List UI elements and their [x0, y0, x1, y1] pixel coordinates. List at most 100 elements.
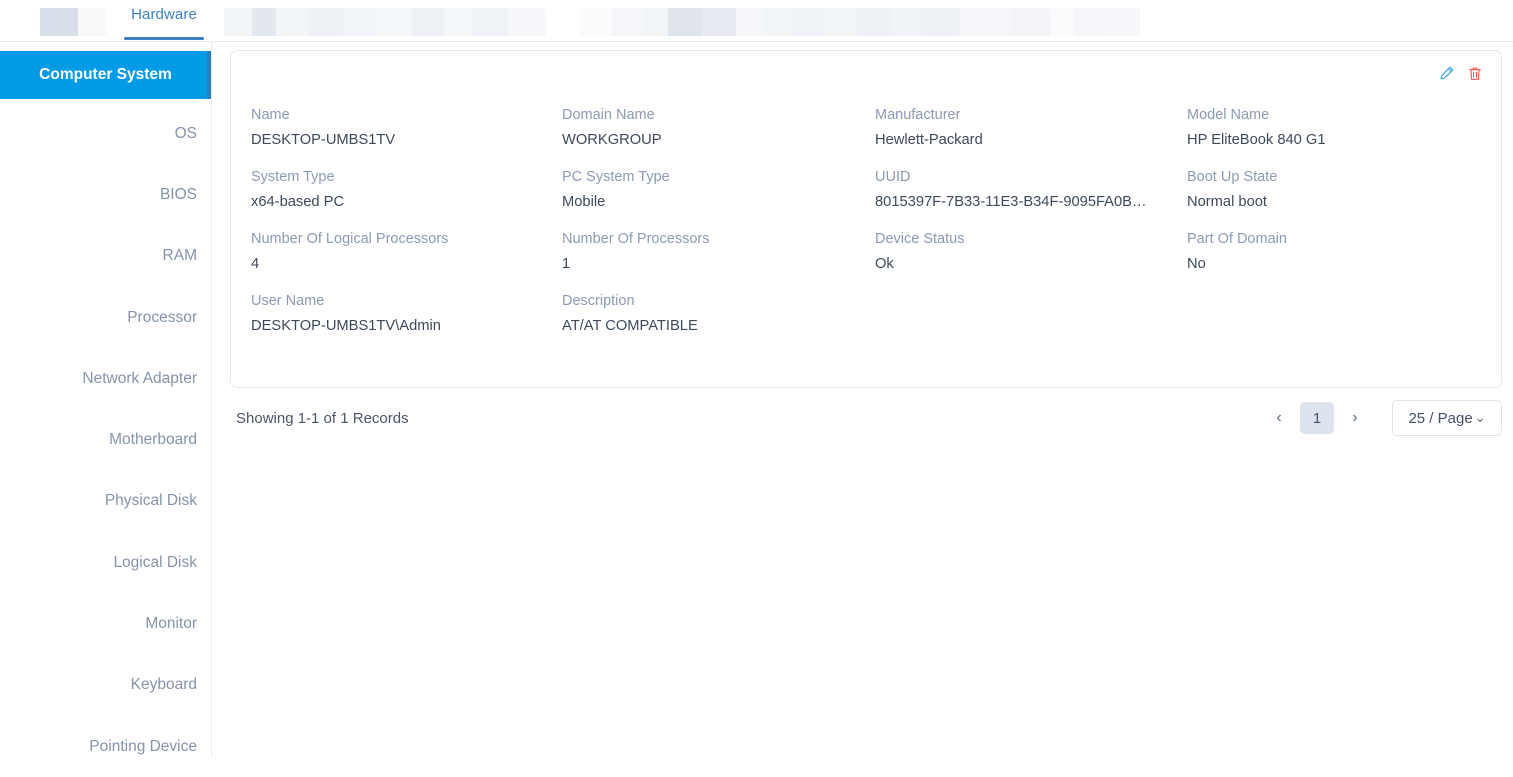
field-label: Domain Name [562, 107, 655, 123]
sidebar-item-processor[interactable]: Processor [0, 287, 211, 348]
record-count-label: Showing 1-1 of 1 Records [236, 409, 409, 427]
detail-field-user-name: User Name DESKTOP-UMBS1TV\Admin [251, 293, 562, 334]
placeholder-block [892, 8, 920, 36]
placeholder-block [412, 8, 444, 36]
sidebar-item-label: RAM [162, 247, 197, 265]
field-value: x64-based PC [251, 194, 345, 210]
sidebar-item-label: Physical Disk [104, 492, 197, 510]
detail-field-grid: Name DESKTOP-UMBS1TV Domain Name WORKGROUP M… [251, 107, 1483, 334]
table-footer: Showing 1-1 of 1 Records ‹ 1 › 25 / Page… [230, 400, 1502, 436]
field-value: Normal boot [1187, 194, 1267, 210]
placeholder-block [78, 8, 106, 36]
card-actions [1438, 65, 1483, 82]
sidebar-item-logical-disk[interactable]: Logical Disk [0, 532, 211, 593]
tab-active-indicator [124, 37, 204, 40]
page-size-select[interactable]: 25 / Page ⌄ [1392, 400, 1502, 436]
placeholder-block [1012, 8, 1050, 36]
sidebar-item-keyboard[interactable]: Keyboard [0, 655, 211, 716]
sidebar-item-label: Processor [127, 308, 197, 326]
detail-field-boot-up-state: Boot Up State Normal boot [1187, 169, 1483, 210]
placeholder-block [644, 8, 668, 36]
tab-hardware[interactable]: Hardware [124, 6, 204, 23]
placeholder-block [764, 8, 792, 36]
sidebar: Computer System OS BIOS RAM Processor Network… [0, 42, 212, 757]
placeholder-block [308, 8, 344, 36]
placeholder-block [444, 8, 472, 36]
placeholder-block [920, 8, 960, 36]
field-label: Name [251, 107, 290, 123]
placeholder-block [1050, 8, 1074, 36]
field-value: Ok [875, 256, 894, 272]
delete-icon[interactable] [1467, 65, 1483, 82]
detail-field-part-of-domain: Part Of Domain No [1187, 231, 1483, 272]
field-value: Hewlett-Packard [875, 132, 983, 148]
detail-field-uuid: UUID 8015397F-7B33-11E3-B34F-9095FA0B… [875, 169, 1187, 210]
detail-field-manufacturer: Manufacturer Hewlett-Packard [875, 107, 1187, 148]
sidebar-item-label: Monitor [145, 615, 197, 633]
computer-system-detail-card: Name DESKTOP-UMBS1TV Domain Name WORKGROUP M… [230, 50, 1502, 388]
detail-field-description: Description AT/AT COMPATIBLE [562, 293, 875, 334]
placeholder-block [252, 8, 276, 36]
placeholder-block [376, 8, 412, 36]
detail-field-device-status: Device Status Ok [875, 231, 1187, 272]
detail-field-name: Name DESKTOP-UMBS1TV [251, 107, 562, 148]
field-value: 4 [251, 256, 260, 272]
field-value: WORKGROUP [562, 132, 662, 148]
edit-icon[interactable] [1438, 65, 1455, 82]
pagination-page-1[interactable]: 1 [1300, 402, 1334, 434]
field-value: AT/AT COMPATIBLE [562, 318, 698, 334]
sidebar-item-label: Pointing Device [89, 737, 197, 755]
sidebar-item-network-adapter[interactable]: Network Adapter [0, 348, 211, 409]
field-label: Manufacturer [875, 107, 961, 123]
detail-field-system-type: System Type x64-based PC [251, 169, 562, 210]
sidebar-item-label: Keyboard [130, 676, 197, 694]
placeholder-block [580, 8, 612, 36]
top-tab-bar: Hardware [0, 0, 1513, 42]
field-label: Number Of Logical Processors [251, 231, 449, 247]
placeholder-block [856, 8, 892, 36]
placeholder-block [344, 8, 376, 36]
placeholder-block [40, 8, 78, 36]
sidebar-item-os[interactable]: OS [0, 103, 211, 164]
sidebar-item-label: BIOS [159, 185, 197, 203]
placeholder-block [824, 8, 856, 36]
field-label: Description [562, 293, 635, 309]
placeholder-block [702, 8, 736, 36]
sidebar-item-bios[interactable]: BIOS [0, 164, 211, 225]
sidebar-item-label: Logical Disk [113, 553, 197, 571]
field-label: System Type [251, 169, 335, 185]
placeholder-block [508, 8, 546, 36]
field-value: HP EliteBook 840 G1 [1187, 132, 1326, 148]
placeholder-block [224, 8, 252, 36]
detail-field-number-of-processors: Number Of Processors 1 [562, 231, 875, 272]
sidebar-item-label: Motherboard [109, 431, 197, 449]
sidebar-item-label: OS [174, 124, 197, 142]
field-label: Part Of Domain [1187, 231, 1287, 247]
sidebar-item-label: Network Adapter [82, 369, 197, 387]
placeholder-block [276, 8, 308, 36]
chevron-down-icon: ⌄ [1474, 410, 1486, 425]
field-value: DESKTOP-UMBS1TV\Admin [251, 318, 441, 334]
sidebar-item-monitor[interactable]: Monitor [0, 593, 211, 654]
pagination-next-button[interactable]: › [1340, 403, 1370, 433]
detail-field-pc-system-type: PC System Type Mobile [562, 169, 875, 210]
pagination: ‹ 1 › 25 / Page ⌄ [1264, 400, 1502, 436]
pagination-prev-button[interactable]: ‹ [1264, 403, 1294, 433]
page-size-label: 25 / Page [1408, 409, 1473, 427]
sidebar-item-motherboard[interactable]: Motherboard [0, 409, 211, 470]
detail-field-domain-name: Domain Name WORKGROUP [562, 107, 875, 148]
field-value: Mobile [562, 194, 606, 210]
sidebar-item-computer-system[interactable]: Computer System [0, 51, 211, 99]
placeholder-block [612, 8, 644, 36]
field-label: Number Of Processors [562, 231, 710, 247]
sidebar-item-pointing-device[interactable]: Pointing Device [0, 716, 211, 777]
field-label: Boot Up State [1187, 169, 1278, 185]
field-value: DESKTOP-UMBS1TV [251, 132, 396, 148]
placeholder-block [1104, 8, 1140, 36]
detail-field-model-name: Model Name HP EliteBook 840 G1 [1187, 107, 1483, 148]
detail-field-number-of-logical-processors: Number Of Logical Processors 4 [251, 231, 562, 272]
placeholder-block [472, 8, 508, 36]
sidebar-item-physical-disk[interactable]: Physical Disk [0, 471, 211, 532]
sidebar-item-ram[interactable]: RAM [0, 226, 211, 287]
field-label: Model Name [1187, 107, 1270, 123]
